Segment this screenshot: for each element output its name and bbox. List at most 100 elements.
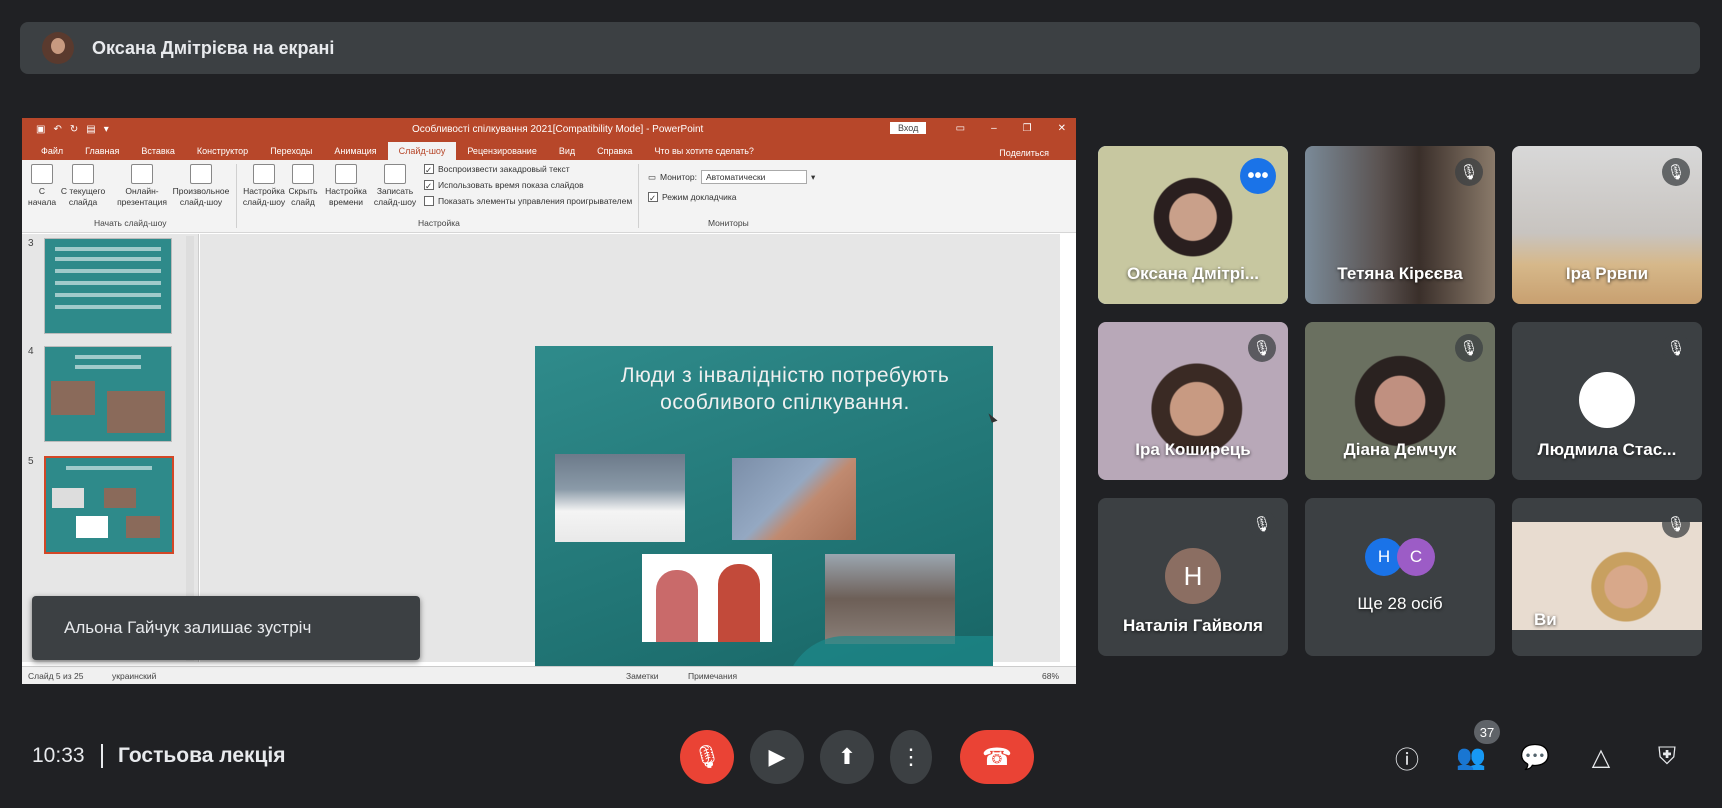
activities-button[interactable]: △	[1584, 740, 1618, 774]
mic-toggle-button[interactable]: 🎙	[680, 730, 734, 784]
tell-me-search[interactable]: Что вы хотите сделать?	[643, 142, 765, 160]
online-presentation-button[interactable]: Онлайн- презентация	[112, 160, 172, 208]
tab-insert[interactable]: Вставка	[130, 142, 185, 160]
more-options-button[interactable]: ⋮	[890, 730, 932, 784]
play-icon	[31, 164, 53, 184]
powerpoint-titlebar: ▣ ↶ ↻ ▤ ▾ Особливості спілкування 2021[C…	[22, 118, 1076, 140]
tab-help[interactable]: Справка	[586, 142, 643, 160]
avatar-letter: Н	[1165, 548, 1221, 604]
participants-count-badge: 37	[1474, 720, 1500, 744]
participant-tile[interactable]: 🎙 Діана Демчук	[1305, 322, 1495, 480]
camera-toggle-button[interactable]: ▶	[750, 730, 804, 784]
monitor-icon: ▭	[648, 171, 657, 182]
present-button[interactable]: ⬆	[820, 730, 874, 784]
from-start-button[interactable]: С начала	[28, 160, 56, 208]
participant-name: Іра Коширець	[1135, 440, 1251, 459]
slide-counter: Слайд 5 из 25	[28, 671, 84, 681]
thumbnail-number: 5	[28, 456, 34, 467]
setup-slideshow-button[interactable]: Настройка слайд-шоу	[240, 160, 288, 208]
participant-name: Тетяна Кірєєва	[1337, 264, 1463, 283]
mic-off-icon: 🎙	[693, 744, 721, 769]
setup-icon	[253, 164, 275, 184]
notification-toast: Альона Гайчук залишає зустріч	[32, 596, 420, 660]
host-controls-button[interactable]: ⛨	[1650, 740, 1684, 774]
timings-checkbox[interactable]: ✓ Использовать время показа слайдов	[424, 180, 584, 191]
meeting-details-button[interactable]: ⓘ	[1390, 740, 1424, 774]
participant-name: Діана Демчук	[1343, 440, 1457, 459]
tab-animation[interactable]: Анимация	[323, 142, 387, 160]
more-participants-tile[interactable]: Н С Ще 28 осіб	[1305, 498, 1495, 656]
zoom-level[interactable]: 68%	[1042, 671, 1059, 681]
participants-button[interactable]: 👥	[1454, 740, 1488, 774]
info-icon: ⓘ	[1395, 746, 1419, 774]
tab-review[interactable]: Рецензирование	[456, 142, 548, 160]
record-slideshow-button[interactable]: Записать слайд-шоу	[370, 160, 420, 208]
custom-slideshow-button[interactable]: Произвольное слайд-шоу	[170, 160, 232, 208]
more-options-icon[interactable]: •••	[1240, 158, 1276, 194]
current-slide: Люди з інвалідністю потребують особливог…	[535, 346, 993, 684]
participant-tile-self[interactable]: 🎙 Ви	[1512, 498, 1702, 656]
present-screen-icon: ⬆	[837, 744, 857, 769]
chat-button[interactable]: 💬	[1518, 740, 1552, 774]
slide-title: Люди з інвалідністю потребують особливог…	[620, 364, 950, 414]
participant-tile[interactable]: 🎙 Іра Ррвпи	[1512, 146, 1702, 304]
group-label-setup: Настройка	[418, 218, 460, 228]
chevron-down-icon[interactable]: ▾	[811, 172, 815, 183]
rehearse-timings-button[interactable]: Настройка времени	[324, 160, 368, 208]
hide-slide-icon	[292, 164, 314, 184]
meeting-name: Гостьова лекція	[118, 744, 286, 767]
presenter-banner-text: Оксана Дмітрієва на екрані	[92, 37, 335, 58]
participant-tile[interactable]: 🎙 Іра Коширець	[1098, 322, 1288, 480]
quick-access-toolbar: ▣ ↶ ↻ ▤ ▾	[36, 124, 109, 135]
minimize-icon[interactable]: –	[991, 123, 997, 134]
checkbox-checked: ✓	[424, 164, 434, 175]
more-participants-label: Ще 28 осіб	[1357, 594, 1443, 613]
participant-name: Людмила Стас...	[1537, 440, 1677, 459]
participant-tile[interactable]: ••• Оксана Дмітрі...	[1098, 146, 1288, 304]
comments-button[interactable]: Примечания	[688, 671, 737, 681]
presenter-banner: Оксана Дмітрієва на екрані	[20, 22, 1700, 74]
monitor-select[interactable]: ▭ Монитор: Автоматически ▾	[648, 170, 815, 184]
mic-off-icon: 🎙	[1455, 158, 1483, 186]
participant-tile[interactable]: 🎙 Н Наталія Гайволя	[1098, 498, 1288, 656]
tab-home[interactable]: Главная	[74, 142, 130, 160]
mic-off-icon: 🎙	[1455, 334, 1483, 362]
close-icon[interactable]: ✕	[1058, 123, 1066, 134]
slide-thumbnail-selected[interactable]	[44, 456, 174, 554]
photo-man-smiling	[555, 454, 685, 542]
tab-file[interactable]: Файл	[30, 142, 74, 160]
presenter-avatar	[42, 32, 74, 64]
participant-tile[interactable]: 🎙 Тетяна Кірєєва	[1305, 146, 1495, 304]
tab-view[interactable]: Вид	[548, 142, 586, 160]
undo-icon[interactable]: ↶	[53, 124, 61, 135]
presenter-view-checkbox[interactable]: ✓ Режим докладчика	[648, 192, 737, 203]
restore-icon[interactable]: ❐	[1023, 123, 1032, 134]
participant-tile[interactable]: 🎙 Людмила Стас...	[1512, 322, 1702, 480]
tab-design[interactable]: Конструктор	[186, 142, 259, 160]
customize-icon[interactable]: ▾	[104, 124, 109, 135]
notes-button[interactable]: Заметки	[626, 671, 659, 681]
more-vert-icon: ⋮	[900, 744, 922, 769]
from-current-button[interactable]: С текущего слайда	[58, 160, 108, 208]
slide-thumbnail[interactable]	[44, 346, 172, 442]
tab-transitions[interactable]: Переходы	[259, 142, 323, 160]
custom-show-icon	[190, 164, 212, 184]
divider	[101, 744, 103, 768]
login-button[interactable]: Вход	[890, 122, 927, 134]
narration-checkbox[interactable]: ✓ Воспроизвести закадровый текст	[424, 164, 570, 175]
tab-slideshow[interactable]: Слайд-шоу	[387, 142, 457, 160]
camera-icon: ▶	[768, 744, 786, 769]
redo-icon[interactable]: ↻	[70, 124, 78, 135]
monitor-dropdown[interactable]: Автоматически	[701, 170, 807, 184]
leave-call-button[interactable]: ☎	[960, 730, 1034, 784]
ribbon-display-icon[interactable]: ▭	[956, 123, 965, 134]
hide-slide-button[interactable]: Скрыть слайд	[286, 160, 320, 208]
save-icon[interactable]: ▣	[36, 124, 45, 135]
media-controls-checkbox[interactable]: Показать элементы управления проигрывате…	[424, 196, 632, 206]
window-controls: ▭ – ❐ ✕	[956, 123, 1066, 134]
slideshow-start-icon[interactable]: ▤	[86, 124, 95, 135]
slide-thumbnail[interactable]	[44, 238, 172, 334]
mic-off-icon: 🎙	[1662, 158, 1690, 186]
ribbon-separator	[236, 164, 237, 228]
avatar-letter: С	[1397, 538, 1435, 576]
